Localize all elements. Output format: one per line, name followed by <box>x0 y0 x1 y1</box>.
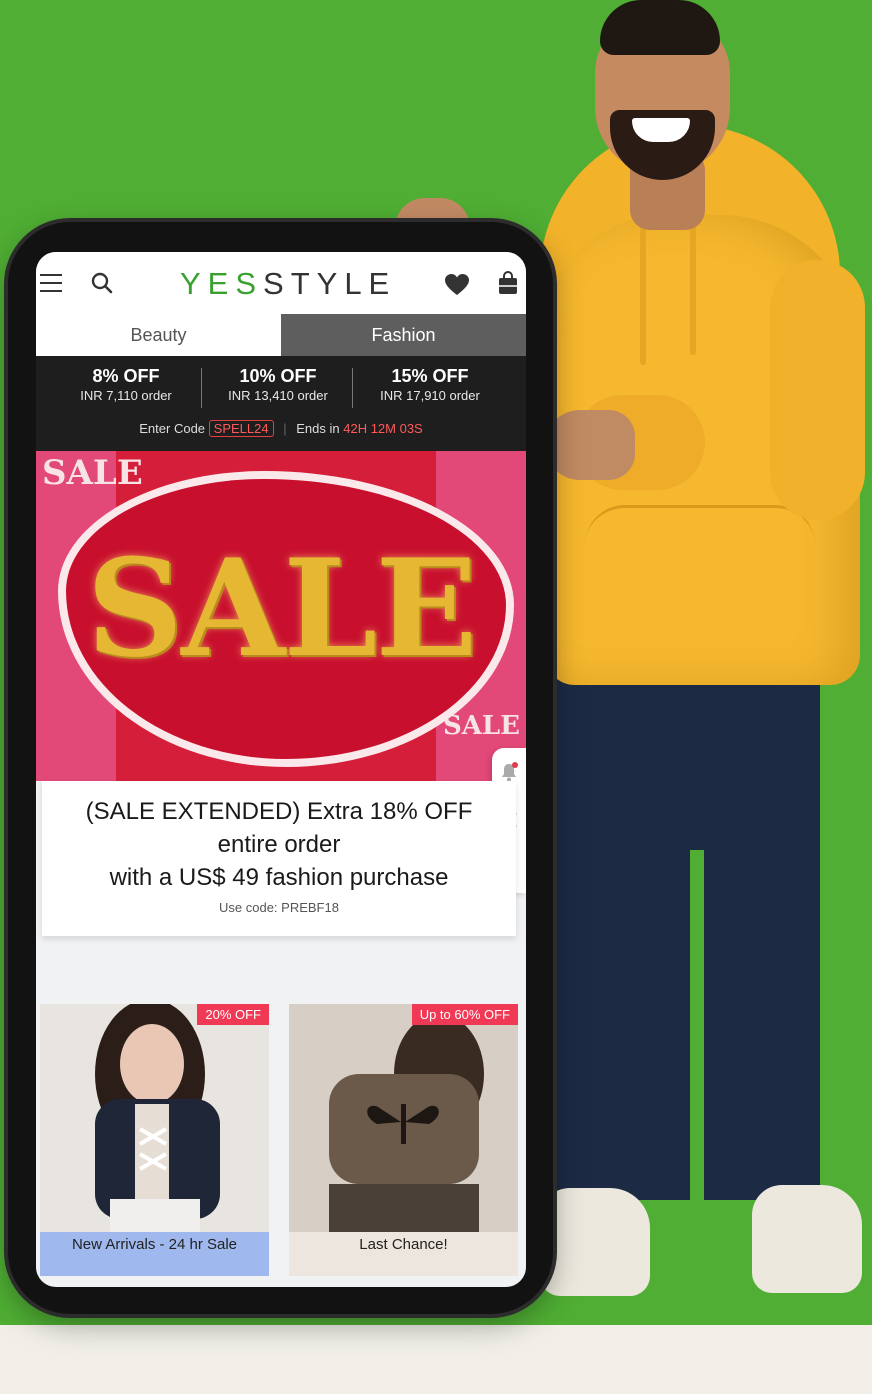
drawstring-left <box>640 215 646 365</box>
footer-band <box>0 1325 872 1394</box>
right-shoe <box>752 1185 862 1293</box>
product-label: New Arrivals - 24 hr Sale <box>71 1236 238 1253</box>
sale-headline: SALE <box>86 529 477 687</box>
promo-tier: 8% OFF INR 7,110 order <box>50 366 202 403</box>
separator: | <box>283 421 287 436</box>
search-icon[interactable] <box>91 272 113 294</box>
promo-code-line: Enter Code SPELL24 | Ends in 42H 12M 03S <box>36 420 526 437</box>
tier-discount: 10% OFF <box>239 366 317 386</box>
jeans <box>550 640 820 1200</box>
offer-use-code: Use code: PREBF18 <box>219 900 339 915</box>
offer-line-3: with a US$ 49 fashion purchase <box>109 864 449 891</box>
product-tile[interactable]: Up to 60% OFF Last Chance! <box>289 1004 518 1276</box>
tier-discount: 15% OFF <box>391 366 469 386</box>
offer-line-2: entire order <box>217 831 341 858</box>
leg-gap <box>690 850 704 1200</box>
banner-corner-text: SALE <box>442 711 520 741</box>
app-header: YESSTYLE <box>36 252 526 314</box>
tier-threshold: INR 13,410 order <box>228 388 328 403</box>
discount-badge: Up to 60% OFF <box>411 1004 518 1025</box>
product-image <box>40 1004 269 1232</box>
product-tile[interactable]: 20% OFF New Arrivals - 24 hr Sale <box>40 1004 269 1276</box>
enter-code-label: Enter Code <box>139 421 206 436</box>
drawstring-right <box>690 215 696 355</box>
product-label: Last Chance! <box>359 1236 448 1253</box>
divider <box>352 368 353 408</box>
banner-corner-text: SALE <box>42 453 143 493</box>
promo-code[interactable]: SPELL24 <box>208 420 274 437</box>
heart-icon[interactable] <box>444 273 470 297</box>
sale-banner[interactable]: SALE SALE SALE <box>36 451 526 781</box>
shopping-bag-icon[interactable] <box>497 270 519 296</box>
tab-fashion[interactable]: Fashion <box>281 314 526 356</box>
offer-line-1: (SALE EXTENDED) Extra 18% OFF <box>85 798 473 825</box>
countdown-timer: 42H 12M 03S <box>343 421 423 436</box>
promo-tier: 10% OFF INR 13,410 order <box>202 366 354 403</box>
tier-threshold: INR 7,110 order <box>80 388 172 403</box>
discount-badge: 20% OFF <box>197 1004 269 1025</box>
offer-card[interactable]: (SALE EXTENDED) Extra 18% OFF entire ord… <box>42 781 516 936</box>
tab-beauty[interactable]: Beauty <box>36 314 281 356</box>
promo-tier: 15% OFF INR 17,910 order <box>354 366 506 403</box>
menu-icon[interactable] <box>40 274 62 292</box>
tier-threshold: INR 17,910 order <box>380 388 480 403</box>
right-arm <box>770 260 865 520</box>
product-image <box>289 1004 518 1232</box>
tier-discount: 8% OFF <box>92 366 160 386</box>
category-tabs: Beauty Fashion <box>36 314 526 356</box>
hair <box>600 0 720 55</box>
offer-headline: (SALE EXTENDED) Extra 18% OFF entire ord… <box>42 795 516 894</box>
bell-icon[interactable] <box>500 762 518 782</box>
left-shoe <box>540 1188 650 1296</box>
promo-bar[interactable]: 8% OFF INR 7,110 order 10% OFF INR 13,41… <box>36 356 526 451</box>
yesstyle-logo[interactable]: YESSTYLE <box>180 266 396 302</box>
ends-label: Ends in <box>296 421 340 436</box>
phone-screen: YESSTYLE Beauty Fashion 8% OFF INR 7,110… <box>36 252 526 1287</box>
hoodie-pocket <box>585 505 815 628</box>
